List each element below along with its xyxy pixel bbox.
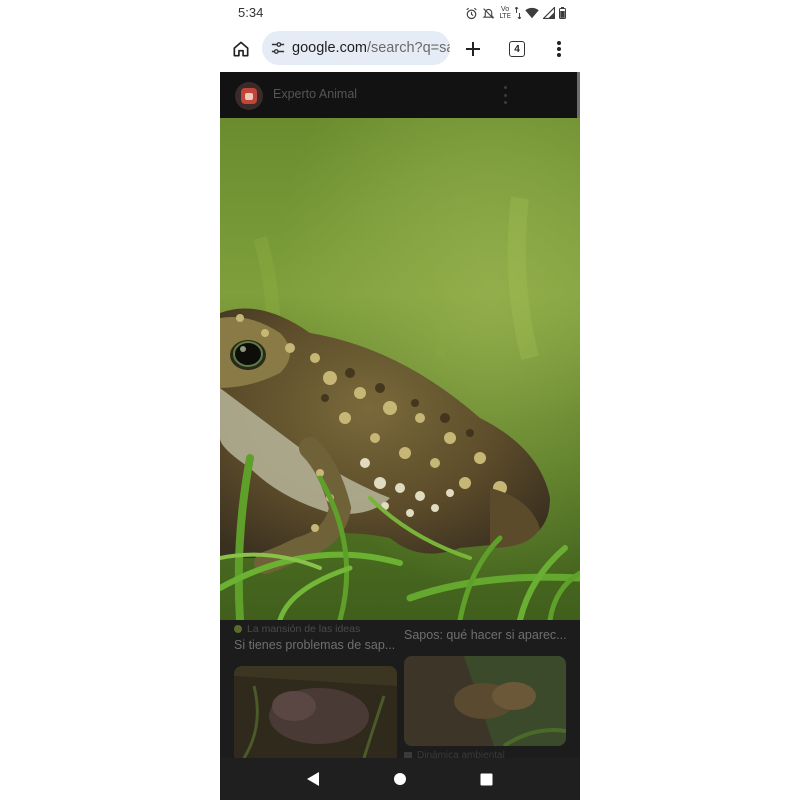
volte-indicator: Vo LTE [499,6,511,20]
toad-thumbnail-graphic [234,666,397,758]
web-content[interactable]: Experto Animal La mansión de las ideas S… [220,72,580,758]
result-source-name: Dinámica ambiental [417,750,505,758]
recents-square-icon [480,773,493,785]
tab-switcher-button[interactable]: 4 [499,31,535,67]
toads-thumbnail-graphic [404,656,566,746]
result-thumbnail[interactable] [234,666,397,758]
result-source-name: La mansión de las ideas [247,623,361,635]
url-text[interactable]: google.com/search?q=sa [292,40,450,56]
result-source: La mansión de las ideas [234,622,399,636]
status-time: 5:34 [238,5,264,20]
scrollbar[interactable] [577,72,580,118]
system-nav-bar [220,758,580,800]
tune-icon[interactable] [271,41,285,55]
image-viewer-header: Experto Animal [220,72,580,118]
tab-switcher-icon: 4 [509,41,525,57]
status-bar: 5:34 Vo LTE [220,0,580,26]
viewer-more-icon[interactable] [499,86,511,104]
site-avatar[interactable] [235,82,263,110]
toad-image[interactable] [220,118,580,620]
volte-bottom: LTE [499,12,511,20]
mute-icon [483,7,495,19]
recents-button[interactable] [472,764,502,794]
new-tab-button[interactable] [455,31,491,67]
url-host: google.com [292,40,367,56]
more-vert-icon [557,41,561,57]
back-button[interactable] [298,764,328,794]
related-results: La mansión de las ideas Si tienes proble… [220,620,580,758]
home-nav-button[interactable] [385,764,415,794]
home-icon [233,41,249,57]
browser-toolbar: google.com/search?q=sa 4 [220,28,580,70]
result-card[interactable]: La mansión de las ideas Si tienes proble… [234,622,399,652]
site-name[interactable]: Experto Animal [273,87,357,101]
back-triangle-icon [307,772,320,786]
signal-icon [543,7,555,19]
alarm-icon [466,7,478,19]
result-thumbnail[interactable] [404,656,566,746]
url-bar[interactable]: google.com/search?q=sa [262,31,450,65]
data-arrows-icon [515,7,521,19]
result-title[interactable]: Sapos: qué hacer si aparec... [404,628,569,642]
wifi-icon [525,7,539,19]
menu-button[interactable] [541,31,577,67]
home-circle-icon [393,773,406,785]
plus-icon [466,42,480,56]
status-icons: Vo LTE [465,4,566,22]
url-path: /search?q=sa [366,40,450,56]
result-source: Dinámica ambiental [404,750,505,758]
result-title[interactable]: Si tienes problemas de sap... [234,638,399,652]
result-card[interactable]: Sapos: qué hacer si aparec... [404,622,569,642]
source-favicon [234,625,242,633]
toad-photo-graphic [220,118,580,620]
home-button[interactable] [223,31,259,67]
battery-icon [559,7,566,19]
phone-screen: 5:34 Vo LTE google.com/search?q=sa 4 Exp… [220,0,580,800]
